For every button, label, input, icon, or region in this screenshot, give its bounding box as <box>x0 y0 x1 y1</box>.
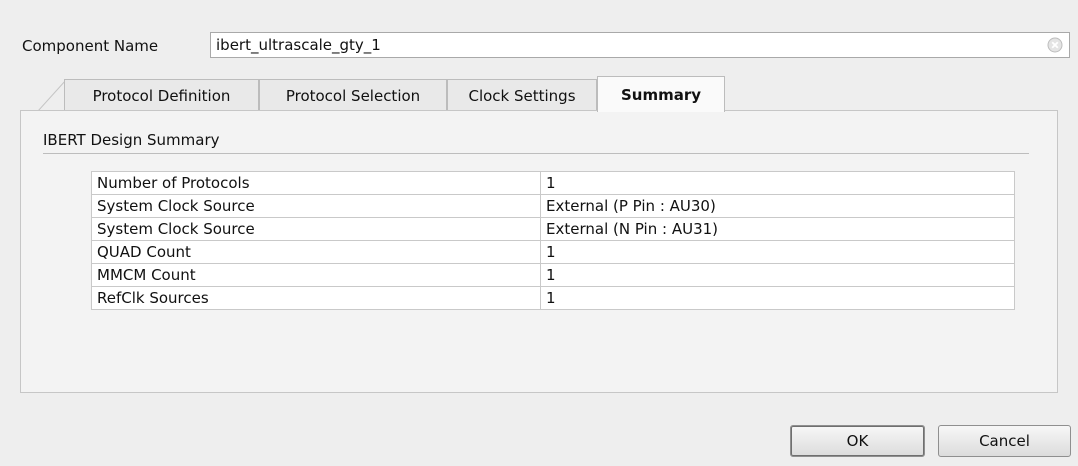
table-cell-value: 1 <box>540 171 1015 195</box>
table-cell-value: 1 <box>540 240 1015 264</box>
table-cell-key: RefClk Sources <box>91 286 541 310</box>
table-row: MMCM Count 1 <box>91 263 1015 287</box>
component-name-input[interactable] <box>216 34 1036 56</box>
ok-button[interactable]: OK <box>790 425 925 457</box>
table-row: RefClk Sources 1 <box>91 286 1015 310</box>
table-row: System Clock Source External (P Pin : AU… <box>91 194 1015 218</box>
summary-divider <box>43 153 1029 154</box>
summary-table: Number of Protocols 1 System Clock Sourc… <box>91 171 1015 310</box>
table-cell-value: 1 <box>540 286 1015 310</box>
table-cell-key: Number of Protocols <box>91 171 541 195</box>
component-name-label: Component Name <box>22 37 159 55</box>
table-cell-value: External (N Pin : AU31) <box>540 217 1015 241</box>
summary-panel: IBERT Design Summary Number of Protocols… <box>20 110 1058 393</box>
tab-clock-settings[interactable]: Clock Settings <box>447 79 597 111</box>
table-cell-key: MMCM Count <box>91 263 541 287</box>
table-cell-value: External (P Pin : AU30) <box>540 194 1015 218</box>
clear-field-icon[interactable] <box>1047 37 1063 53</box>
table-cell-key: System Clock Source <box>91 217 541 241</box>
table-row: QUAD Count 1 <box>91 240 1015 264</box>
tab-bar: Protocol Definition Protocol Selection C… <box>38 76 738 112</box>
table-row: System Clock Source External (N Pin : AU… <box>91 217 1015 241</box>
tab-summary[interactable]: Summary <box>597 76 725 112</box>
cancel-button[interactable]: Cancel <box>938 425 1071 457</box>
table-cell-value: 1 <box>540 263 1015 287</box>
component-name-field[interactable] <box>210 32 1070 58</box>
table-cell-key: System Clock Source <box>91 194 541 218</box>
tab-protocol-definition[interactable]: Protocol Definition <box>64 79 259 111</box>
tab-protocol-selection[interactable]: Protocol Selection <box>259 79 447 111</box>
table-row: Number of Protocols 1 <box>91 171 1015 195</box>
table-cell-key: QUAD Count <box>91 240 541 264</box>
summary-title: IBERT Design Summary <box>43 131 220 149</box>
component-name-row: Component Name <box>22 32 1072 62</box>
